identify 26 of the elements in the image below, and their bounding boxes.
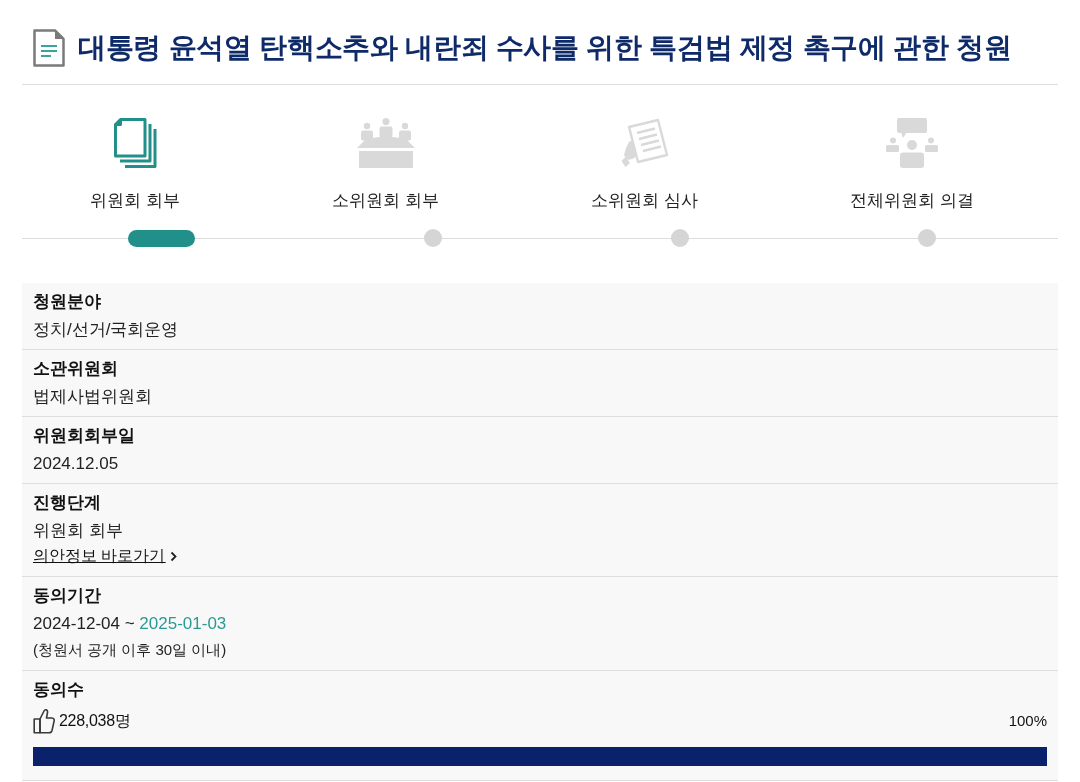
- field-label: 진행단계: [33, 492, 102, 514]
- field-value: 2024.12.05: [33, 453, 120, 475]
- chevron-right-icon: [170, 550, 178, 562]
- period-note: (청원서 공개 이후 30일 이내): [33, 640, 228, 660]
- field-label: 위원회회부일: [33, 425, 136, 447]
- field-label: 소관위원회: [33, 358, 119, 380]
- period-text: 2024-12-04 ~ 2025-01-03: [33, 613, 228, 635]
- step-label: 소위원회 회부: [332, 190, 439, 212]
- hand-document-icon: [620, 118, 669, 168]
- speech-bubble-people-icon: [886, 118, 938, 168]
- step-label: 소위원회 심사: [591, 190, 698, 212]
- field-value: 정치/선거/국회운영: [33, 319, 180, 341]
- documents-icon: [113, 118, 157, 168]
- field-value: 법제사법위원회: [33, 386, 153, 408]
- thumbs-up-icon: [33, 708, 55, 734]
- field-value: 위원회 회부: [33, 520, 124, 542]
- document-icon: [33, 29, 65, 67]
- page-title: 대통령 윤석열 탄핵소추와 내란죄 수사를 위한 특검법 제정 촉구에 관한 청원: [78, 31, 1012, 65]
- percent-text: 100%: [1008, 710, 1047, 731]
- field-label: 동의기간: [33, 585, 102, 607]
- agree-count: 228,038명: [59, 711, 131, 731]
- meeting-table-icon: [356, 118, 415, 168]
- step-label: 전체위원회 의결: [850, 190, 974, 212]
- field-label: 동의수: [33, 679, 85, 701]
- field-label: 청원분야: [33, 291, 102, 313]
- step-label: 위원회 회부: [90, 190, 180, 212]
